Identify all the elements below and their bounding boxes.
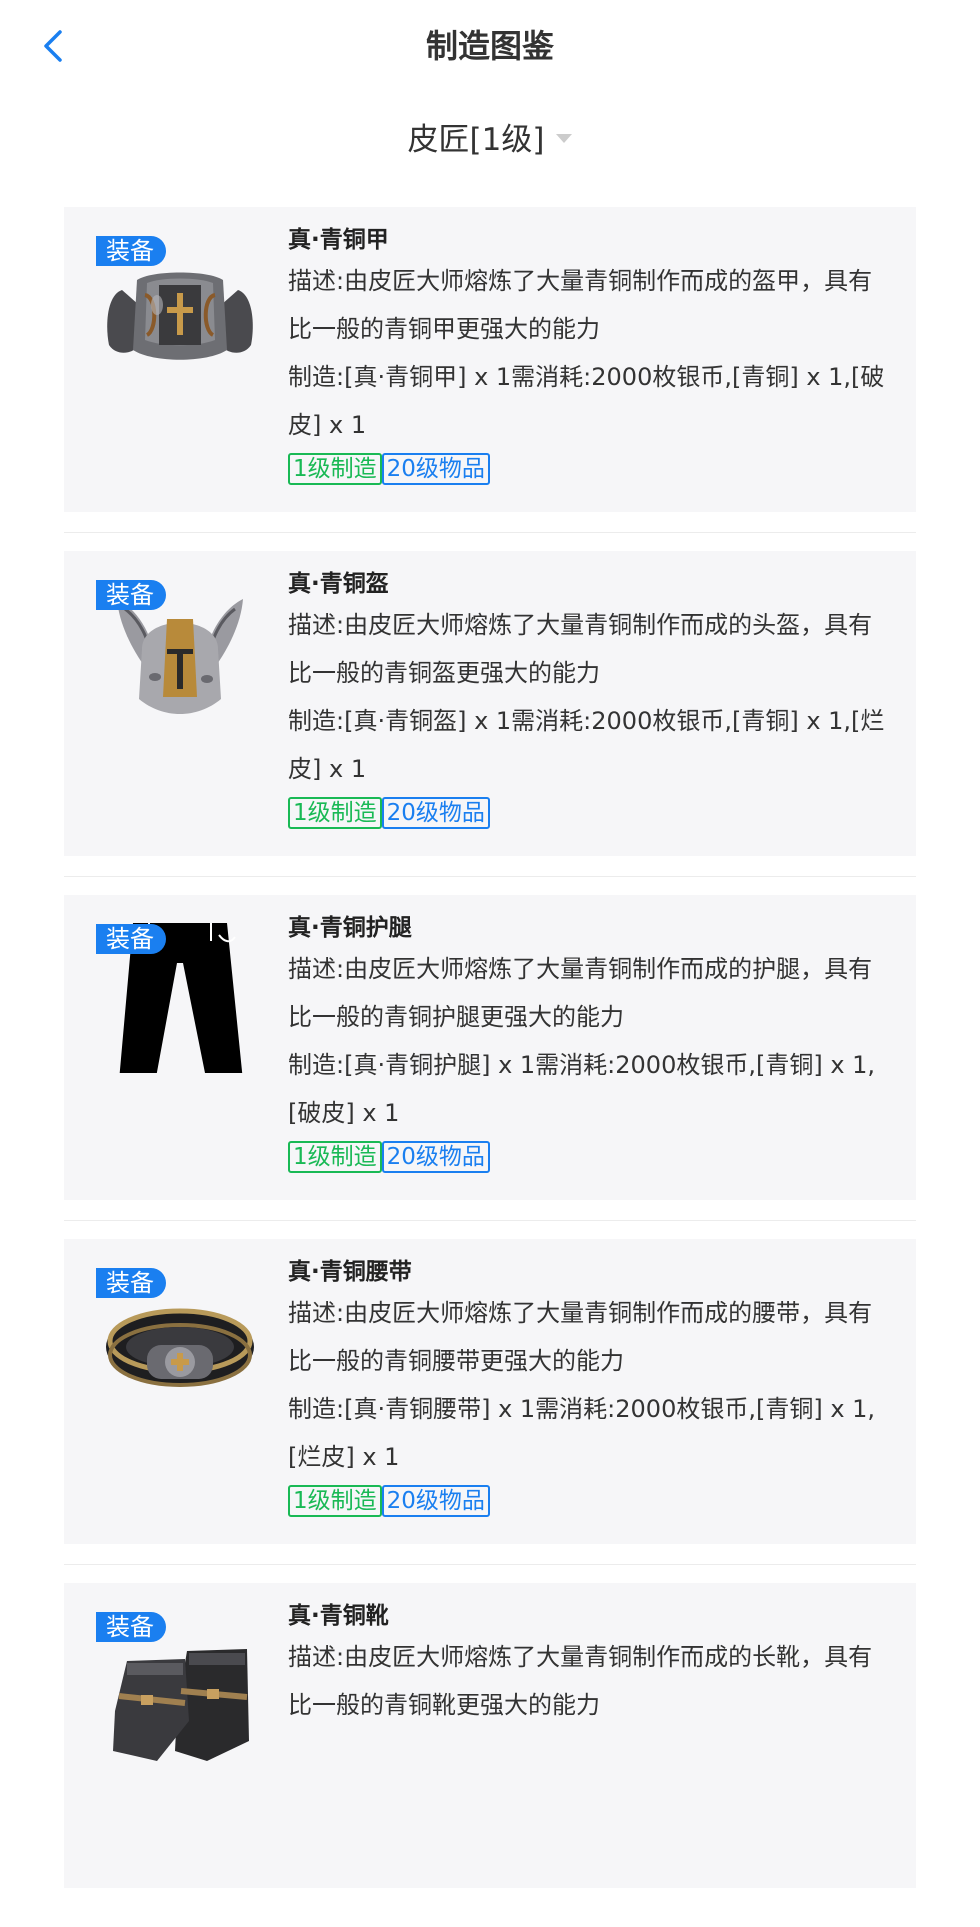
item-description: 描述:由皮匠大师熔炼了大量青铜制作而成的护腿，具有比一般的青铜护腿更强大的能力: [288, 955, 873, 1031]
item-recipe: 制造:[真·青铜甲] x 1需消耗:2000枚银币,[青铜] x 1,[破皮] …: [288, 363, 885, 439]
tag-group: 1级制造 20级物品: [288, 1485, 888, 1517]
item-description: 描述:由皮匠大师熔炼了大量青铜制作而成的盔甲，具有比一般的青铜甲更强大的能力: [288, 267, 873, 343]
item-description: 描述:由皮匠大师熔炼了大量青铜制作而成的长靴，具有比一般的青铜靴更强大的能力: [288, 1643, 873, 1719]
recipe-info: 真·青铜靴 描述:由皮匠大师熔炼了大量青铜制作而成的长靴，具有比一般的青铜靴更强…: [288, 1599, 888, 1729]
tag-group: 1级制造 20级物品: [288, 1141, 888, 1173]
item-recipe: 制造:[真·青铜盔] x 1需消耗:2000枚银币,[青铜] x 1,[烂皮] …: [288, 707, 885, 783]
equipment-badge: 装备: [96, 236, 166, 266]
recipe-info: 真·青铜盔 描述:由皮匠大师熔炼了大量青铜制作而成的头盔，具有比一般的青铜盔更强…: [288, 567, 888, 829]
equipment-badge: 装备: [96, 1268, 166, 1298]
craft-level-tag: 1级制造: [288, 797, 382, 829]
item-level-tag: 20级物品: [381, 453, 490, 485]
tag-group: 1级制造 20级物品: [288, 797, 888, 829]
divider: [64, 1564, 916, 1565]
item-level-tag: 20级物品: [381, 1485, 490, 1517]
caret-down-icon: [556, 134, 573, 143]
item-description: 描述:由皮匠大师熔炼了大量青铜制作而成的头盔，具有比一般的青铜盔更强大的能力: [288, 611, 873, 687]
recipe-info: 真·青铜护腿 描述:由皮匠大师熔炼了大量青铜制作而成的护腿，具有比一般的青铜护腿…: [288, 911, 888, 1173]
recipe-info: 真·青铜腰带 描述:由皮匠大师熔炼了大量青铜制作而成的腰带，具有比一般的青铜腰带…: [288, 1255, 888, 1517]
item-name: 真·青铜护腿: [288, 915, 412, 941]
craft-level-tag: 1级制造: [288, 1141, 382, 1173]
category-label: 皮匠[1级]: [407, 122, 545, 158]
item-name: 真·青铜甲: [288, 227, 389, 253]
equipment-badge: 装备: [96, 924, 166, 954]
recipe-list: 装备 真·青铜甲 描述:由皮匠大师熔炼了大量青铜制作而成的盔甲，具有比一般的青铜…: [64, 207, 916, 1927]
item-name: 真·青铜盔: [288, 571, 389, 597]
item-name: 真·青铜靴: [288, 1603, 389, 1629]
item-level-tag: 20级物品: [381, 1141, 490, 1173]
equipment-badge: 装备: [96, 580, 166, 610]
item-description: 描述:由皮匠大师熔炼了大量青铜制作而成的腰带，具有比一般的青铜腰带更强大的能力: [288, 1299, 873, 1375]
equipment-badge: 装备: [96, 1612, 166, 1642]
item-recipe: 制造:[真·青铜护腿] x 1需消耗:2000枚银币,[青铜] x 1,[破皮]…: [288, 1051, 876, 1127]
recipe-card[interactable]: 装备 真·青铜盔 描述:由皮匠大师熔炼了大量青铜制作而成的头盔，具有比一般的青铜…: [64, 551, 916, 877]
item-recipe: 制造:[真·青铜腰带] x 1需消耗:2000枚银币,[青铜] x 1,[烂皮]…: [288, 1395, 876, 1471]
craft-level-tag: 1级制造: [288, 453, 382, 485]
divider: [64, 876, 916, 877]
category-dropdown[interactable]: 皮匠[1级]: [0, 116, 980, 164]
recipe-card[interactable]: 装备 真·青铜护腿 描述:由皮匠大师熔炼了大量青铜制作而成的护腿，具有比一般的青…: [64, 895, 916, 1221]
header: 制造图鉴: [0, 0, 980, 92]
recipe-info: 真·青铜甲 描述:由皮匠大师熔炼了大量青铜制作而成的盔甲，具有比一般的青铜甲更强…: [288, 223, 888, 485]
divider: [64, 532, 916, 533]
recipe-card[interactable]: 装备 真·青铜腰带 描述:由皮匠大师熔炼了大量青铜制作而成的腰带，具有比一般的青…: [64, 1239, 916, 1565]
item-name: 真·青铜腰带: [288, 1259, 412, 1285]
item-level-tag: 20级物品: [381, 797, 490, 829]
tag-group: 1级制造 20级物品: [288, 453, 888, 485]
page-title: 制造图鉴: [425, 27, 554, 65]
craft-level-tag: 1级制造: [288, 1485, 382, 1517]
recipe-card[interactable]: 装备 真·青铜甲 描述:由皮匠大师熔炼了大量青铜制作而成的盔甲，具有比一般的青铜…: [64, 207, 916, 533]
divider: [64, 1220, 916, 1221]
